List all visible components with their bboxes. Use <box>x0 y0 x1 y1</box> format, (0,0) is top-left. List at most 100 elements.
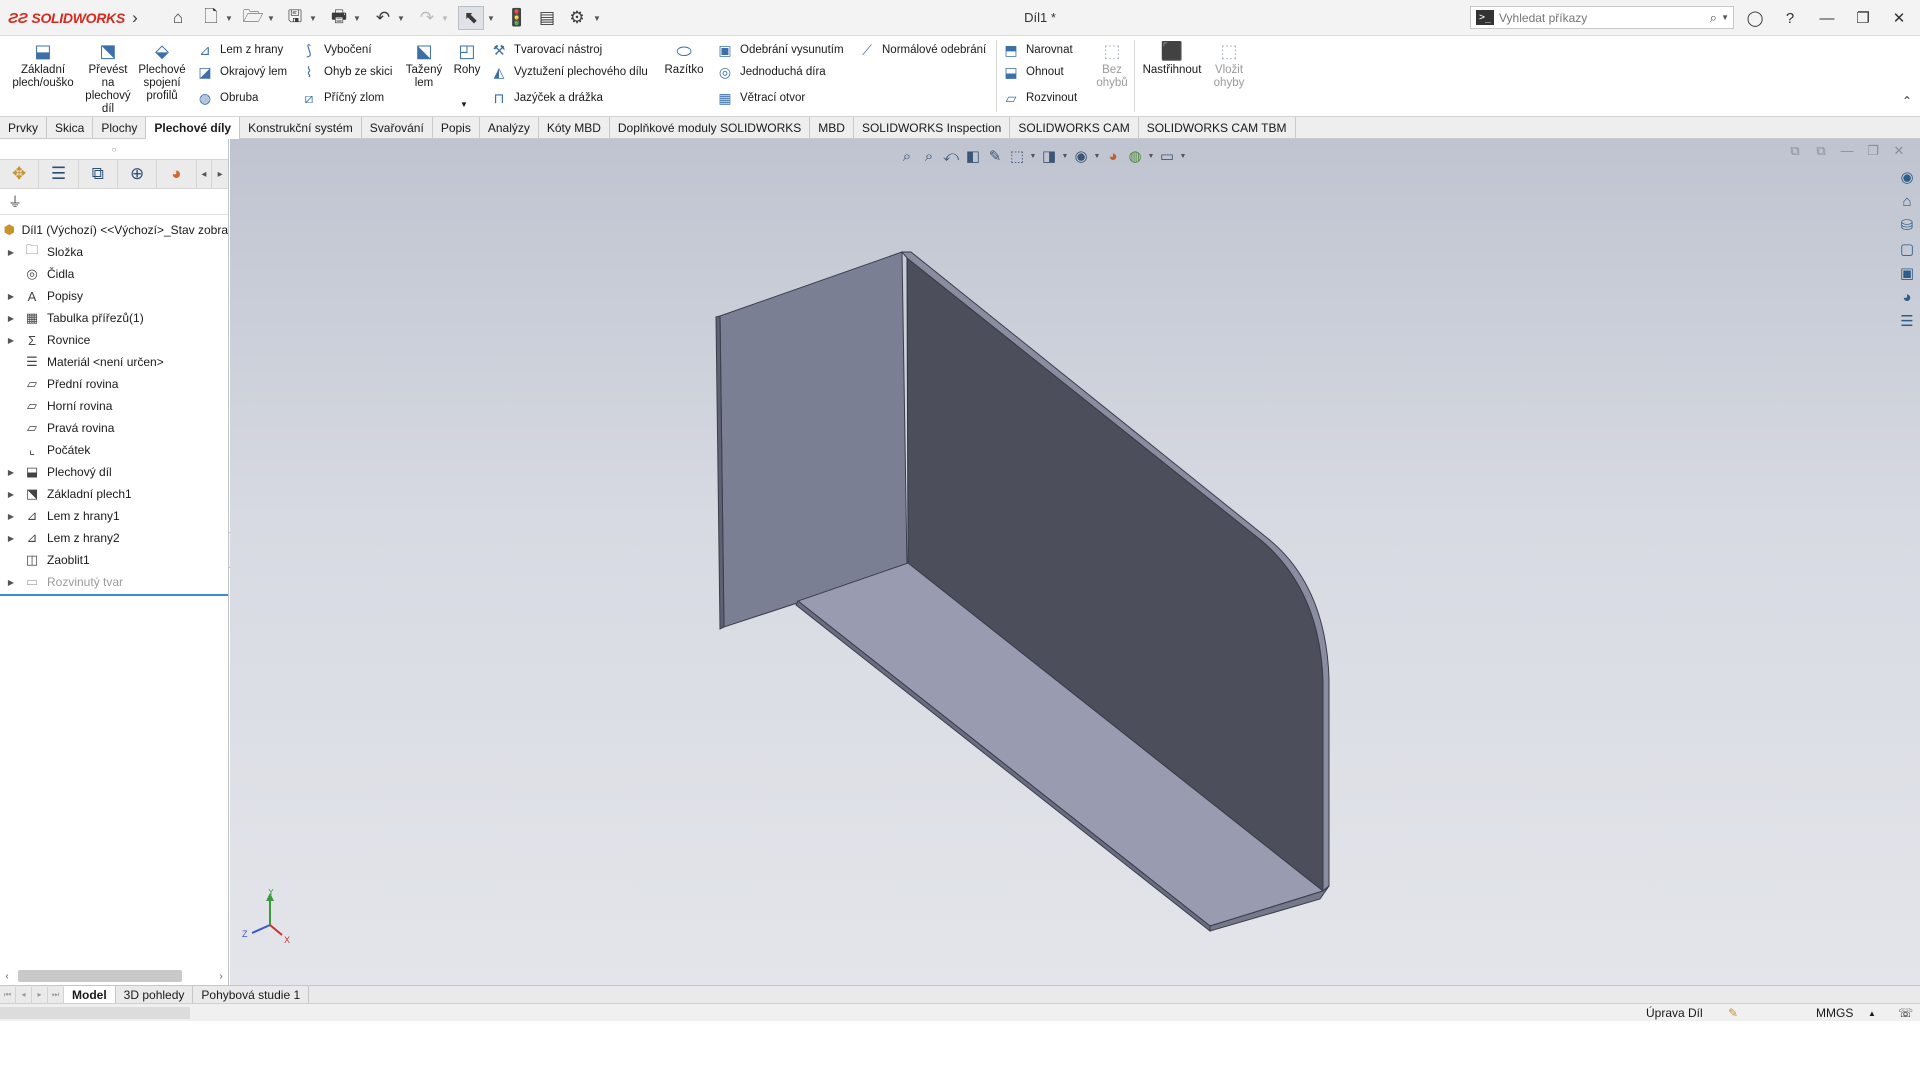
redo-icon[interactable]: ↷ <box>416 6 438 30</box>
filter-icon[interactable]: ⏚ <box>0 189 228 215</box>
tab-6[interactable]: Popis <box>433 117 480 139</box>
display-manager-tab-icon[interactable]: ◕ <box>157 160 197 188</box>
bottom-tab-2[interactable]: Pohybová studie 1 <box>193 986 310 1003</box>
print-dropdown-icon[interactable]: ▼ <box>352 6 362 30</box>
tree-item[interactable]: ◫ Zaoblit1 <box>0 549 228 571</box>
tabs-scroll-left-icon[interactable]: ◂ <box>197 160 213 188</box>
search-icon[interactable]: ⌕ <box>1710 10 1717 26</box>
panel-grip-icon[interactable]: ○ <box>0 139 228 159</box>
rebuild-status-icon[interactable]: ✎ <box>1728 1006 1738 1020</box>
expand-arrow-icon[interactable]: ▶ <box>0 468 22 477</box>
undo-icon[interactable]: ↶ <box>372 6 394 30</box>
last-tab-icon[interactable]: ⏭ <box>48 986 64 1003</box>
simple-hole-button[interactable]: ◎ Jednoduchá díra <box>716 62 826 82</box>
tab-5[interactable]: Svařování <box>362 117 433 139</box>
notifications-icon[interactable]: ☏ <box>1898 1006 1913 1020</box>
tree-item[interactable]: ▶ ⬔ Základní plech1 <box>0 483 228 505</box>
expand-arrow-icon[interactable]: ▶ <box>0 336 22 345</box>
scroll-left-icon[interactable]: ‹ <box>0 971 14 982</box>
convert-to-sheetmetal-button[interactable]: ⬔ Převést na plechový díl <box>84 40 132 116</box>
configuration-manager-tab-icon[interactable]: ⧉ <box>79 160 118 188</box>
insert-bends-button[interactable]: ⬚ Vložit ohyby <box>1206 40 1252 90</box>
new-dropdown-icon[interactable]: ▼ <box>224 6 234 30</box>
tab-3[interactable]: Plechové díly <box>146 117 241 139</box>
lofted-bend-button[interactable]: ⬙ Plechové spojení profilů <box>136 40 188 103</box>
undo-dropdown-icon[interactable]: ▼ <box>396 6 406 30</box>
collapse-ribbon-icon[interactable]: ⌃ <box>1902 94 1912 108</box>
save-icon[interactable]: 🖫 <box>284 6 306 30</box>
close-icon[interactable]: ✕ <box>1884 4 1914 32</box>
file-properties-icon[interactable]: ▤ <box>536 6 558 30</box>
tree-item[interactable]: ▶ ⊿ Lem z hrany2 <box>0 527 228 549</box>
options-icon[interactable]: ⚙ <box>566 6 588 30</box>
swept-flange-button[interactable]: ⬕ Tažený lem <box>402 40 446 90</box>
edge-flange-button[interactable]: ⊿ Lem z hrany <box>196 40 283 60</box>
tree-item[interactable]: ▱ Pravá rovina <box>0 417 228 439</box>
select-dropdown-icon[interactable]: ▼ <box>486 6 496 30</box>
scroll-right-icon[interactable]: › <box>214 971 228 982</box>
solidworks-logo[interactable]: ƧƧ SOLIDWORKS <box>8 7 125 29</box>
tab-2[interactable]: Plochy <box>93 117 147 139</box>
graphics-area[interactable]: ⌕ ⌕ ⤺ ◧ ✎ ⬚ ▼ ◨ ▼ ◉ ▼ ◕ ◍ ▼ ▭ ▼ ⧉ ⧉ — ❐ … <box>230 139 1920 985</box>
menu-expand-icon[interactable]: › <box>128 6 142 30</box>
expand-arrow-icon[interactable]: ▶ <box>0 490 22 499</box>
prev-tab-icon[interactable]: ◂ <box>16 986 32 1003</box>
first-tab-icon[interactable]: ⏮ <box>0 986 16 1003</box>
expand-arrow-icon[interactable]: ▶ <box>0 534 22 543</box>
tabs-scroll-right-icon[interactable]: ▸ <box>212 160 228 188</box>
tree-item[interactable]: ▶ Σ Rovnice <box>0 329 228 351</box>
unfold-button[interactable]: ⬒ Narovnat <box>1002 40 1072 60</box>
sketched-bend-button[interactable]: ⌇ Ohyb ze skici <box>300 62 393 82</box>
property-manager-tab-icon[interactable]: ☰ <box>39 160 79 188</box>
tree-item[interactable]: ⌞ Počátek <box>0 439 228 461</box>
open-dropdown-icon[interactable]: ▼ <box>266 6 276 30</box>
tree-item[interactable]: ▱ Přední rovina <box>0 373 228 395</box>
tree-item[interactable]: ▶ ▦ Tabulka přířezů(1) <box>0 307 228 329</box>
bottom-tab-1[interactable]: 3D pohledy <box>116 986 194 1003</box>
save-dropdown-icon[interactable]: ▼ <box>308 6 318 30</box>
no-bends-button[interactable]: ⬚ Bez ohybů <box>1088 40 1136 90</box>
minimize-icon[interactable]: — <box>1812 4 1842 32</box>
tab-10[interactable]: MBD <box>810 117 854 139</box>
rebuild-icon[interactable]: 🚦 <box>506 6 528 30</box>
rollback-bar[interactable] <box>0 594 228 596</box>
dimxpert-manager-tab-icon[interactable]: ⊕ <box>118 160 158 188</box>
next-tab-icon[interactable]: ▸ <box>32 986 48 1003</box>
stamp-button[interactable]: ⬭ Razítko <box>662 40 706 77</box>
expand-arrow-icon[interactable]: ▶ <box>0 314 22 323</box>
expand-arrow-icon[interactable]: ▶ <box>0 292 22 301</box>
left-flange-face[interactable] <box>719 251 908 628</box>
expand-arrow-icon[interactable]: ▶ <box>0 248 22 257</box>
extruded-cut-button[interactable]: ▣ Odebrání vysunutím <box>716 40 843 60</box>
feature-manager-tab-icon[interactable]: ✥ <box>0 160 40 188</box>
units-selector[interactable]: MMGS <box>1816 1006 1853 1020</box>
cross-break-button[interactable]: ⧄ Příčný zlom <box>300 88 385 108</box>
expand-arrow-icon[interactable]: ▶ <box>0 578 22 587</box>
miter-flange-button[interactable]: ◪ Okrajový lem <box>196 62 287 82</box>
search-commands-box[interactable]: >_ ⌕ ▼ <box>1470 6 1734 29</box>
account-icon[interactable]: ◯ <box>1740 4 1770 32</box>
home-icon[interactable]: ⌂ <box>166 6 190 30</box>
corners-button[interactable]: ◰ Rohy <box>452 40 482 77</box>
tree-item[interactable]: ▶ ▭ Rozvinutý tvar <box>0 571 228 593</box>
units-dropdown-icon[interactable]: ▲ <box>1868 1009 1876 1018</box>
scroll-thumb[interactable] <box>18 970 182 982</box>
corners-dropdown-icon[interactable]: ▼ <box>460 94 468 114</box>
tree-item[interactable]: ☰ Materiál <není určen> <box>0 351 228 373</box>
tab-8[interactable]: Kóty MBD <box>539 117 610 139</box>
tree-item[interactable]: ▶ ⬓ Plechový díl <box>0 461 228 483</box>
help-icon[interactable]: ? <box>1775 4 1805 32</box>
tree-item[interactable]: ◎ Čidla <box>0 263 228 285</box>
base-flange-button[interactable]: ⬓ Základní plech/ouško <box>8 40 78 90</box>
jog-button[interactable]: ⟆ Vybočení <box>300 40 371 60</box>
tree-item[interactable]: ▱ Horní rovina <box>0 395 228 417</box>
search-dropdown-icon[interactable]: ▼ <box>1721 13 1729 22</box>
tree-item[interactable]: ▶ 🗀 Složka <box>0 241 228 263</box>
sheet-metal-part-3d[interactable] <box>230 139 1920 985</box>
restore-icon[interactable]: ❐ <box>1848 4 1878 32</box>
tree-root[interactable]: ⬢ Díl1 (Výchozí) <<Výchozí>_Stav zobra <box>0 219 228 241</box>
vent-button[interactable]: ▦ Větrací otvor <box>716 88 805 108</box>
tab-13[interactable]: SOLIDWORKS CAM TBM <box>1139 117 1296 139</box>
flatten-button[interactable]: ▱ Rozvinout <box>1002 88 1078 108</box>
tab-11[interactable]: SOLIDWORKS Inspection <box>854 117 1011 139</box>
